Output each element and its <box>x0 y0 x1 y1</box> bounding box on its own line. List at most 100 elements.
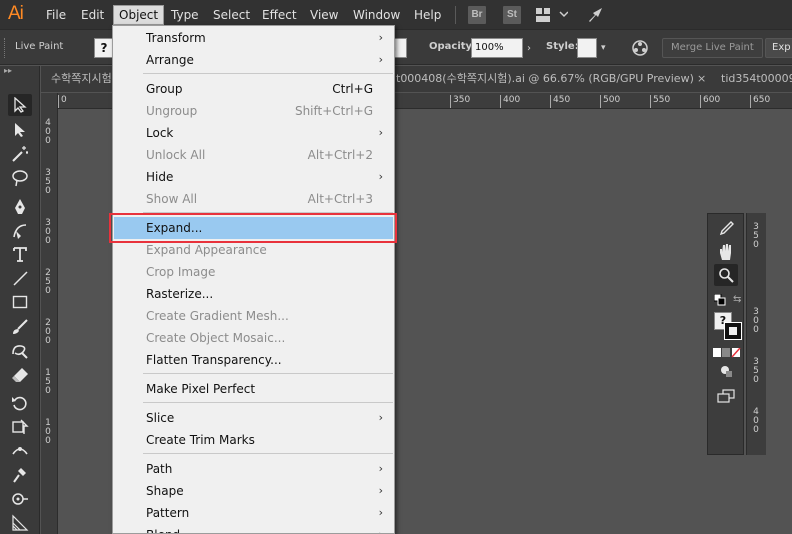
menu-file[interactable]: File <box>41 5 71 25</box>
puppet-warp-tool-icon[interactable] <box>8 464 32 486</box>
menu-select[interactable]: Select <box>208 5 255 25</box>
menu-item-rasterize[interactable]: Rasterize... <box>114 283 393 305</box>
eyedropper-tool-icon[interactable] <box>714 218 738 240</box>
stroke-swatch[interactable] <box>724 322 742 340</box>
menu-item-shortcut: Alt+Ctrl+3 <box>307 192 373 206</box>
style-swatch[interactable] <box>577 38 597 58</box>
menu-separator <box>455 6 456 24</box>
selection-tool-icon[interactable] <box>8 94 32 116</box>
menu-item-label: Pattern <box>146 506 190 520</box>
menu-item-blend[interactable]: Blend › <box>114 524 393 533</box>
opacity-field[interactable]: 100% <box>471 38 523 58</box>
eraser-tool-icon[interactable] <box>8 364 32 386</box>
menu-item-arrange[interactable]: Arrange › <box>114 49 393 71</box>
menu-item-label: Create Object Mosaic... <box>146 331 286 345</box>
pen-tool-icon[interactable] <box>8 196 32 218</box>
hand-tool-icon[interactable] <box>714 241 738 263</box>
paintbrush-tool-icon[interactable] <box>8 316 32 338</box>
control-bar-grip[interactable] <box>4 38 6 58</box>
fill-swatch[interactable]: ? <box>94 38 114 58</box>
direct-selection-tool-icon[interactable] <box>8 119 32 141</box>
arrange-documents-icon[interactable] <box>536 8 569 25</box>
style-dropdown-icon[interactable]: ▾ <box>601 43 606 53</box>
style-label: Style: <box>546 41 579 52</box>
submenu-arrow-icon: › <box>379 524 383 533</box>
ruler-tick: 0 <box>58 95 67 108</box>
default-fill-stroke-icon[interactable] <box>713 293 726 309</box>
submenu-arrow-icon: › <box>378 126 383 139</box>
document-tab-3[interactable]: tid354t00009 <box>721 66 792 92</box>
magic-wand-tool-icon[interactable] <box>8 143 32 165</box>
menu-view[interactable]: View <box>305 5 343 25</box>
width-tool-icon[interactable] <box>8 440 32 462</box>
recolor-artwork-icon[interactable] <box>631 39 649 60</box>
line-tool-icon[interactable] <box>8 267 32 289</box>
menu-item-label: Ungroup <box>146 104 198 118</box>
menu-object[interactable]: Object <box>113 5 165 25</box>
menu-item-create-gradient-mesh: Create Gradient Mesh... <box>114 305 393 327</box>
menu-item-label: Path <box>146 462 173 476</box>
menu-item-shape[interactable]: Shape › <box>114 480 393 502</box>
menu-item-slice[interactable]: Slice › <box>114 407 393 429</box>
menu-type[interactable]: Type <box>166 5 204 25</box>
menu-item-lock[interactable]: Lock › <box>114 122 393 144</box>
tools-panel: ▸▸ <box>0 66 40 534</box>
menu-item-path[interactable]: Path › <box>114 458 393 480</box>
menu-item-create-trim-marks[interactable]: Create Trim Marks <box>114 429 393 451</box>
stock-button[interactable]: St <box>503 6 521 24</box>
document-tab-1[interactable]: 수학쪽지시험 <box>51 66 117 92</box>
panel-collapse-icon[interactable]: ▸▸ <box>0 66 40 78</box>
ruler-tick: 300 <box>753 307 759 335</box>
menu-item-pattern[interactable]: Pattern › <box>114 502 393 524</box>
menu-window[interactable]: Window <box>348 5 405 25</box>
submenu-arrow-icon: › <box>378 484 383 497</box>
menu-item-hide[interactable]: Hide › <box>114 166 393 188</box>
free-transform-tool-icon[interactable] <box>8 416 32 438</box>
menu-item-shortcut: Shift+Ctrl+G <box>294 104 373 118</box>
rotate-tool-icon[interactable] <box>8 392 32 414</box>
menu-edit[interactable]: Edit <box>76 5 109 25</box>
opacity-expand-icon[interactable]: › <box>527 43 531 54</box>
menu-item-crop-image: Crop Image <box>114 261 393 283</box>
object-menu: Transform › Arrange › Group Ctrl+G Ungroup Shif… <box>112 25 395 534</box>
menu-item-label: Shape <box>146 484 184 498</box>
ruler-tick: 500 <box>600 95 620 108</box>
draw-normal-icon[interactable] <box>720 364 734 381</box>
bridge-button[interactable]: Br <box>468 6 486 24</box>
menu-item-show-all: Show All Alt+Ctrl+3 <box>114 188 393 210</box>
ruler-tick: 650 <box>750 95 770 108</box>
rectangle-tool-icon[interactable] <box>8 291 32 313</box>
type-tool-icon[interactable] <box>8 243 32 265</box>
menu-item-unlock-all: Unlock All Alt+Ctrl+2 <box>114 144 393 166</box>
tab-close-icon[interactable]: × <box>697 72 706 85</box>
curvature-tool-icon[interactable] <box>8 220 32 242</box>
gpu-performance-icon[interactable] <box>586 5 606 28</box>
color-mode-icons[interactable] <box>713 347 741 361</box>
expand-highlight-outline <box>109 213 397 243</box>
ruler-tick: 100 <box>45 418 51 446</box>
swap-fill-stroke-icon[interactable]: ⇆ <box>733 294 741 305</box>
document-tab-2[interactable]: t000408(수학쪽지시험).ai @ 66.67% (RGB/GPU Pre… <box>396 66 726 92</box>
shaper-tool-icon[interactable] <box>8 340 32 362</box>
menu-item-label: Create Gradient Mesh... <box>146 309 289 323</box>
menu-item-transform[interactable]: Transform › <box>114 27 393 49</box>
expand-button[interactable]: Exp <box>765 38 792 58</box>
menu-item-shortcut: Alt+Ctrl+2 <box>307 148 373 162</box>
menu-item-label: Lock <box>146 126 174 140</box>
vertical-ruler: 400 350 300 250 200 150 100 <box>41 93 58 534</box>
merge-live-paint-button[interactable]: Merge Live Paint <box>662 38 763 58</box>
perspective-grid-tool-icon[interactable] <box>8 512 32 534</box>
menu-item-flatten-transparency[interactable]: Flatten Transparency... <box>114 349 393 371</box>
menu-item-label: Arrange <box>146 53 194 67</box>
zoom-tool-icon[interactable] <box>714 264 738 286</box>
ruler-tick: 350 <box>45 168 51 196</box>
symbol-sprayer-tool-icon[interactable] <box>8 488 32 510</box>
lasso-tool-icon[interactable] <box>8 167 32 189</box>
menu-item-label: Create Trim Marks <box>146 433 255 447</box>
menu-item-group[interactable]: Group Ctrl+G <box>114 78 393 100</box>
menu-item-label: Slice <box>146 411 175 425</box>
menu-help[interactable]: Help <box>409 5 446 25</box>
screen-mode-icon[interactable] <box>717 389 735 406</box>
menu-effect[interactable]: Effect <box>257 5 302 25</box>
menu-item-make-pixel-perfect[interactable]: Make Pixel Perfect <box>114 378 393 400</box>
